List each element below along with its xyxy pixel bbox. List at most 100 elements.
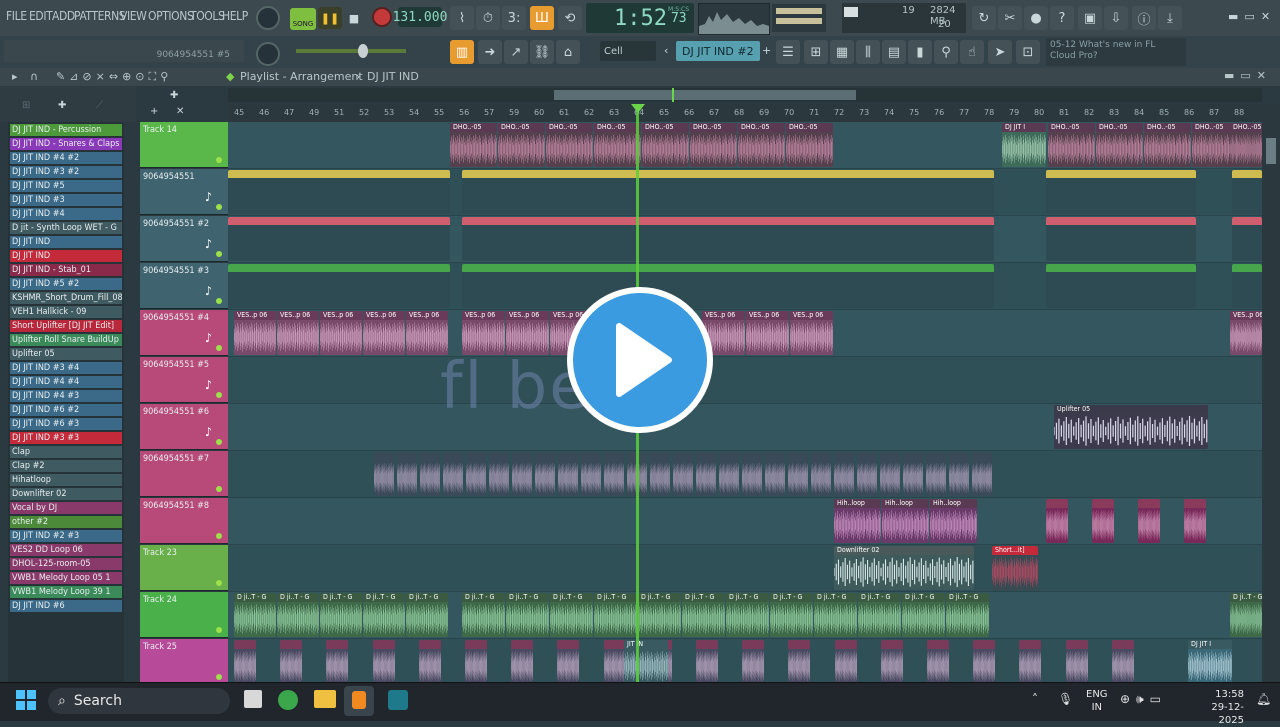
track-enable-icon[interactable] bbox=[216, 298, 222, 304]
pattern-picker-item[interactable]: DJ JIT IND #6 bbox=[10, 600, 122, 612]
track-enable-icon[interactable] bbox=[216, 157, 222, 163]
mic-button[interactable]: ● bbox=[1024, 6, 1048, 30]
pattern-picker-item[interactable]: DJ JIT IND #3 #2 bbox=[10, 166, 122, 178]
menu-view[interactable]: VIEW bbox=[120, 9, 147, 23]
track-enable-icon[interactable] bbox=[216, 392, 222, 398]
pattern-picker-item[interactable]: DJ JIT IND #3 #3 bbox=[10, 432, 122, 444]
taskbar-search[interactable]: ⌕ Search bbox=[48, 688, 230, 714]
pattern-clip[interactable] bbox=[228, 170, 450, 214]
metronome-button[interactable]: ⌇ bbox=[450, 6, 474, 30]
pattern-picker-item[interactable]: DHOL-125-room-05 bbox=[10, 558, 122, 570]
shop-button[interactable]: ⊡ bbox=[1016, 40, 1040, 64]
track-header[interactable]: 9064954551 #8 bbox=[140, 498, 228, 544]
link-button[interactable]: ⛓ bbox=[530, 40, 554, 64]
menu-arrow-icon[interactable]: ▸ bbox=[12, 70, 18, 83]
pattern-picker-item[interactable]: DJ JIT IND #3 bbox=[10, 194, 122, 206]
master-pitch-knob[interactable] bbox=[256, 42, 280, 66]
file-explorer-icon[interactable] bbox=[314, 690, 336, 708]
pattern-clip[interactable] bbox=[1046, 264, 1196, 308]
pattern-picker-item[interactable]: DJ JIT IND #5 #2 bbox=[10, 278, 122, 290]
scroll-thumb[interactable] bbox=[554, 90, 856, 100]
track-enable-icon[interactable] bbox=[216, 674, 222, 680]
track-lane[interactable] bbox=[228, 545, 1262, 592]
track-header[interactable]: 9064954551 #3 ♪ bbox=[140, 263, 228, 309]
kick-clip[interactable] bbox=[465, 640, 487, 682]
track-header[interactable]: 9064954551 #4 ♪ bbox=[140, 310, 228, 356]
audio-clip[interactable]: D ji..T - G bbox=[550, 593, 593, 637]
fl-studio-taskbar-icon[interactable] bbox=[344, 686, 374, 716]
menu-edit[interactable]: EDIT bbox=[29, 9, 53, 23]
audio-clip[interactable]: VES..p 06 bbox=[277, 311, 319, 355]
pattern-picker-item[interactable]: KSHMR_Short_Drum_Fill_08 bbox=[10, 292, 122, 304]
kick-clip[interactable] bbox=[927, 640, 949, 682]
kick-clip[interactable] bbox=[511, 640, 534, 682]
kick-clip[interactable] bbox=[880, 640, 903, 682]
track-enable-icon[interactable] bbox=[216, 533, 222, 539]
pattern-clip[interactable] bbox=[1232, 217, 1262, 261]
minimize-icon[interactable]: ▬ bbox=[1228, 10, 1244, 23]
audio-clip[interactable]: DJ JIT I bbox=[1002, 123, 1046, 167]
audio-clip[interactable]: VES..p 06 bbox=[363, 311, 405, 355]
hat-clip[interactable] bbox=[903, 452, 923, 496]
hat-clip[interactable] bbox=[489, 452, 509, 496]
render-button[interactable]: ⇩ bbox=[1104, 6, 1128, 30]
track-header[interactable]: 9064954551 #7 bbox=[140, 451, 228, 497]
hat-clip[interactable] bbox=[834, 452, 854, 496]
pattern-picker-item[interactable]: DJ JIT IND #5 bbox=[10, 180, 122, 192]
kick-clip[interactable] bbox=[1019, 640, 1042, 682]
send-button[interactable]: ➤ bbox=[988, 40, 1012, 64]
menu-help[interactable]: HELP bbox=[222, 9, 248, 23]
pattern-picker-item[interactable]: Downlifter 02 bbox=[10, 488, 122, 500]
audio-clip[interactable]: DHO..-05 bbox=[642, 123, 689, 167]
hat-clip[interactable] bbox=[972, 452, 992, 496]
pattern-picker-item[interactable]: DJ JIT IND bbox=[10, 250, 122, 262]
audio-clip[interactable]: VES..p 06 bbox=[234, 311, 276, 355]
plugin-button[interactable]: ⚲ bbox=[934, 40, 958, 64]
tool-icons[interactable]: ✎⊿⊘⨯⇔⊕⊙⛶⚲ bbox=[56, 70, 172, 84]
file-button[interactable]: ▮ bbox=[908, 40, 932, 64]
kick-clip[interactable] bbox=[280, 640, 303, 682]
kick-clip[interactable] bbox=[1065, 640, 1088, 682]
pattern-picker-item[interactable]: Vocal by DJ bbox=[10, 502, 122, 514]
zoom-icon[interactable]: ✚ bbox=[170, 90, 178, 101]
pattern-picker-item[interactable]: DJ JIT IND #4 #3 bbox=[10, 390, 122, 402]
track-header[interactable]: Track 24 bbox=[140, 592, 228, 638]
menu-tools[interactable]: TOOLS bbox=[190, 9, 225, 23]
step-edit-button[interactable]: Ш bbox=[530, 6, 554, 30]
hat-clip[interactable] bbox=[397, 452, 417, 496]
audio-clip[interactable]: D ji..T - G bbox=[770, 593, 813, 637]
window-controls-playlist[interactable]: ▬▭✕ bbox=[1224, 69, 1272, 82]
hat-clip[interactable] bbox=[880, 452, 900, 496]
mixer-button[interactable]: ⫼ bbox=[856, 40, 880, 64]
audio-clip[interactable]: D ji..T - G bbox=[320, 593, 362, 637]
hat-clip[interactable] bbox=[374, 452, 394, 496]
pattern-picker-item[interactable]: VWB1 Melody Loop 05 1 bbox=[10, 572, 122, 584]
pattern-picker-item[interactable]: DJ JIT IND #6 #3 bbox=[10, 418, 122, 430]
hat-clip[interactable] bbox=[535, 452, 555, 496]
track-enable-icon[interactable] bbox=[216, 204, 222, 210]
audio-clip[interactable]: D ji..T - G bbox=[594, 593, 637, 637]
audio-clip[interactable]: DJ JIT I bbox=[1188, 640, 1232, 682]
pattern-picker-item[interactable]: VEH1 Hallkick - 09 bbox=[10, 306, 122, 318]
undo-button[interactable]: ↻ bbox=[972, 6, 996, 30]
audio-clip[interactable]: DHO..-05 bbox=[498, 123, 545, 167]
pattern-clip[interactable] bbox=[228, 264, 450, 308]
audio-clip[interactable]: VES..p 06 bbox=[790, 311, 833, 355]
mic-tray-icon[interactable]: 🎙︎ bbox=[1058, 692, 1073, 706]
pattern-picker-item[interactable]: VWB1 Melody Loop 39 1 bbox=[10, 586, 122, 598]
vertical-scrollbar[interactable] bbox=[1262, 104, 1280, 682]
playhead-marker[interactable] bbox=[631, 104, 645, 113]
audio-clip[interactable]: DHO..-05 bbox=[594, 123, 641, 167]
menu-add[interactable]: ADD bbox=[52, 9, 75, 23]
pattern-picker-item[interactable]: DJ JIT IND bbox=[10, 236, 122, 248]
audio-clip[interactable]: D ji..T - G bbox=[902, 593, 945, 637]
stop-button[interactable]: ■ bbox=[344, 7, 364, 29]
audio-clip[interactable]: VES..p 06 bbox=[506, 311, 549, 355]
audio-clip[interactable]: D ji..T - G bbox=[946, 593, 989, 637]
timeline-ruler[interactable]: 45 46 47 49 51 52 53 54 55 56 57 59 60 61 62 63 64 65 66 67… bbox=[228, 104, 1262, 122]
audio-clip[interactable]: DHO..-05 bbox=[690, 123, 737, 167]
kick-clip[interactable] bbox=[234, 640, 256, 682]
audio-clip[interactable]: D ji..T - G bbox=[462, 593, 505, 637]
hat-clip[interactable] bbox=[512, 452, 532, 496]
pattern-picker-item[interactable]: DJ JIT IND - Snares & Claps bbox=[10, 138, 122, 150]
